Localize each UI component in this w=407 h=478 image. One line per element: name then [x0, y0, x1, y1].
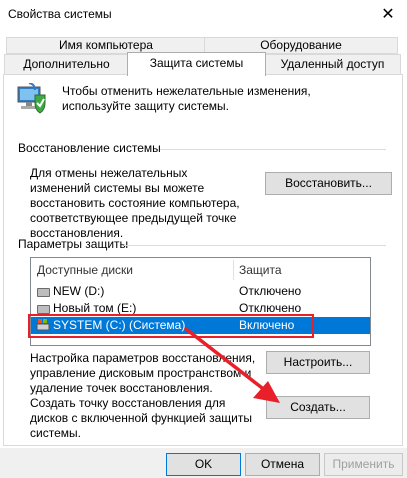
restore-group-line [160, 149, 386, 150]
tab-system-protection[interactable]: Защита системы [127, 52, 266, 76]
tab-remote[interactable]: Удаленный доступ [264, 54, 401, 75]
protection-group-line [124, 245, 386, 246]
red-arrow-icon [184, 327, 280, 403]
intro-text: Чтобы отменить нежелательные изменения, … [62, 84, 311, 113]
restore-group-title: Восстановление системы [18, 141, 161, 155]
close-icon[interactable]: ✕ [378, 5, 398, 25]
drive-row[interactable]: NEW (D:) Отключено [31, 283, 370, 300]
drive-name: NEW (D:) [53, 284, 105, 298]
restore-text: Для отмены нежелательных изменений систе… [30, 166, 240, 240]
title-bar: Свойства системы ✕ [0, 0, 407, 30]
system-protection-icon [15, 82, 49, 115]
tab-advanced[interactable]: Дополнительно [4, 54, 129, 75]
apply-button[interactable]: Применить [324, 453, 403, 476]
restore-button[interactable]: Восстановить... [265, 172, 392, 195]
column-header-protection[interactable]: Защита [239, 258, 359, 282]
column-header-drives[interactable]: Доступные диски [37, 258, 227, 282]
drive-icon [37, 305, 50, 314]
cancel-button[interactable]: Отмена [245, 453, 320, 476]
protection-group-title: Параметры защиты [18, 237, 129, 251]
drive-status: Отключено [239, 284, 302, 298]
ok-button[interactable]: OK [166, 453, 241, 476]
column-divider [233, 260, 234, 280]
window-title: Свойства системы [8, 7, 112, 21]
drive-icon [37, 288, 50, 297]
